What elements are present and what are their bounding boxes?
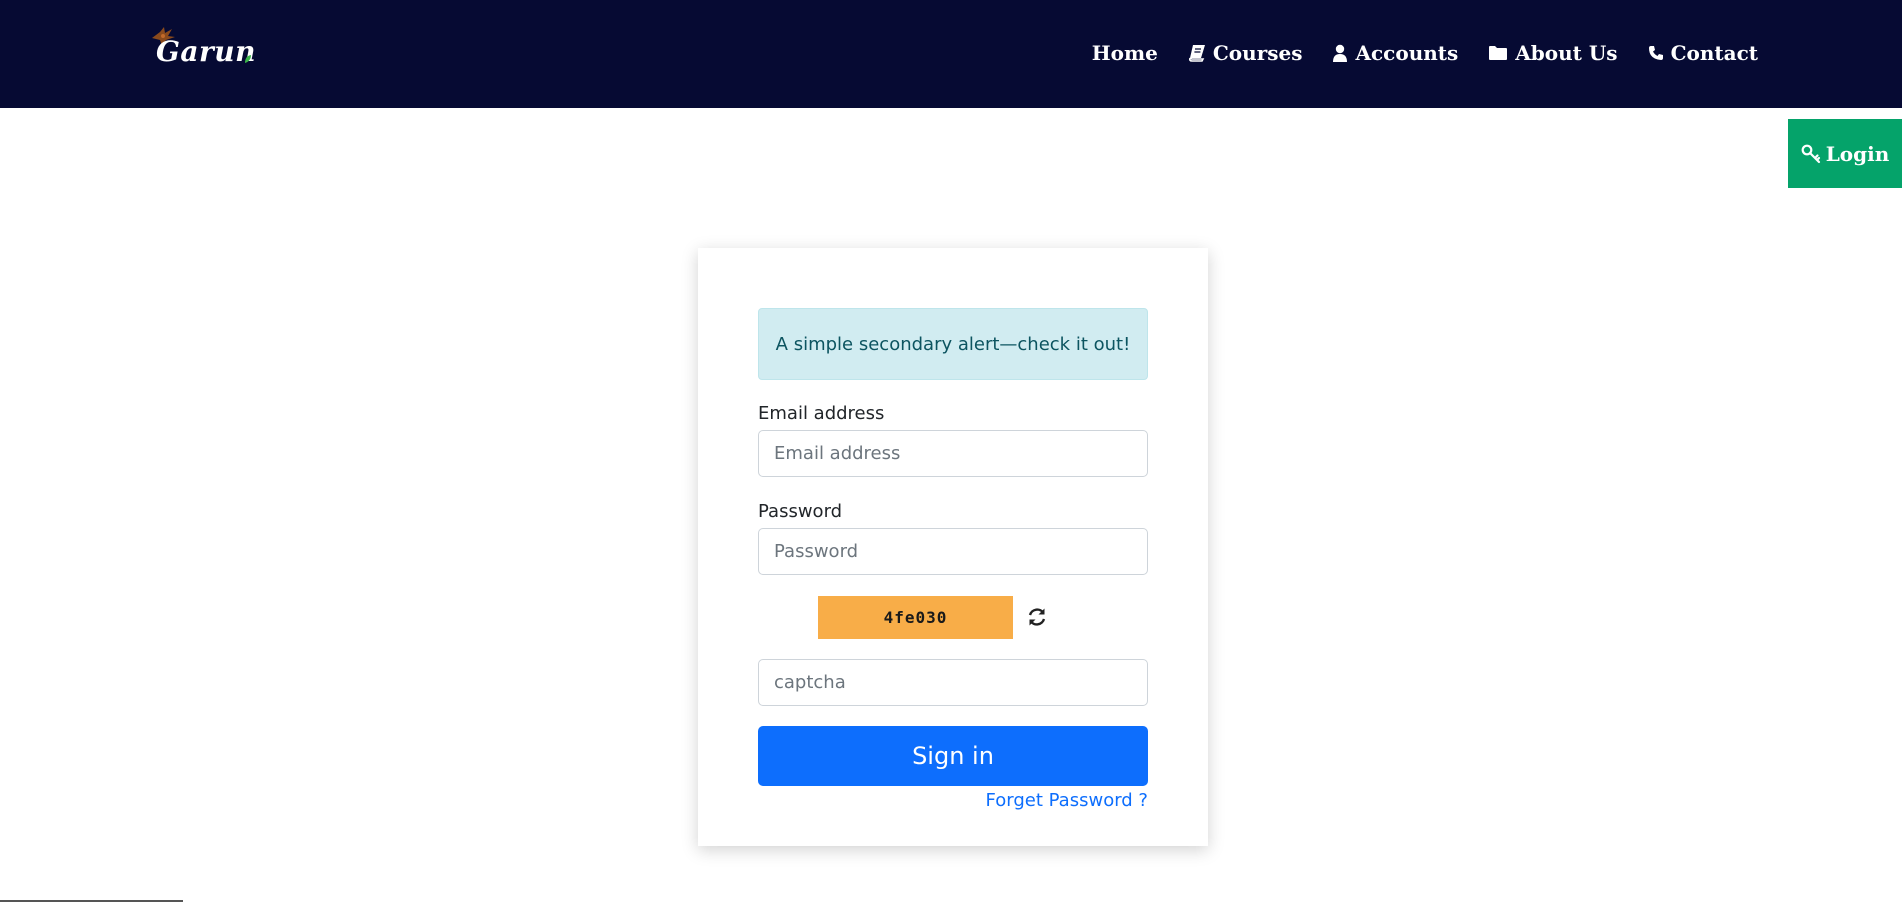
phone-icon <box>1648 46 1663 60</box>
nav-item-label: Accounts <box>1355 41 1459 65</box>
book-icon <box>1188 45 1205 62</box>
nav-item-accounts[interactable]: Accounts <box>1332 41 1458 65</box>
refresh-icon[interactable] <box>1026 606 1048 628</box>
user-icon <box>1333 44 1348 62</box>
nav-item-label: About Us <box>1515 41 1618 65</box>
leaf-icon <box>245 55 251 63</box>
nav-item-courses[interactable]: Courses <box>1188 41 1303 65</box>
email-label: Email address <box>758 403 885 424</box>
top-navbar: Garun Home Courses Accounts About Us Con… <box>0 0 1902 108</box>
nav-item-label: Home <box>1091 41 1158 65</box>
brand-logo[interactable]: Garun <box>148 24 258 76</box>
folder-icon <box>1489 46 1508 60</box>
sign-in-button[interactable]: Sign in <box>758 726 1148 786</box>
email-input[interactable] <box>758 430 1148 477</box>
captcha-input[interactable] <box>758 659 1148 706</box>
nav-item-home[interactable]: Home <box>1092 41 1158 65</box>
login-card: A simple secondary alert—check it out! E… <box>698 248 1208 846</box>
login-tab-label: Login <box>1825 141 1890 166</box>
key-icon <box>1801 144 1820 163</box>
login-tab-button[interactable]: Login <box>1788 119 1902 188</box>
nav-item-label: Courses <box>1212 41 1303 65</box>
nav-item-label: Contact <box>1670 41 1758 65</box>
main-nav: Home Courses Accounts About Us Contact <box>1092 36 1758 70</box>
nav-item-about-us[interactable]: About Us <box>1488 41 1618 65</box>
forget-password-link[interactable]: Forget Password ? <box>986 790 1148 811</box>
password-input[interactable] <box>758 528 1148 575</box>
captcha-image: 4fe030 <box>818 596 1013 639</box>
nav-item-contact[interactable]: Contact <box>1648 41 1758 65</box>
password-label: Password <box>758 501 843 522</box>
brand-name: Garun <box>156 35 257 68</box>
secondary-alert: A simple secondary alert—check it out! <box>758 308 1148 380</box>
